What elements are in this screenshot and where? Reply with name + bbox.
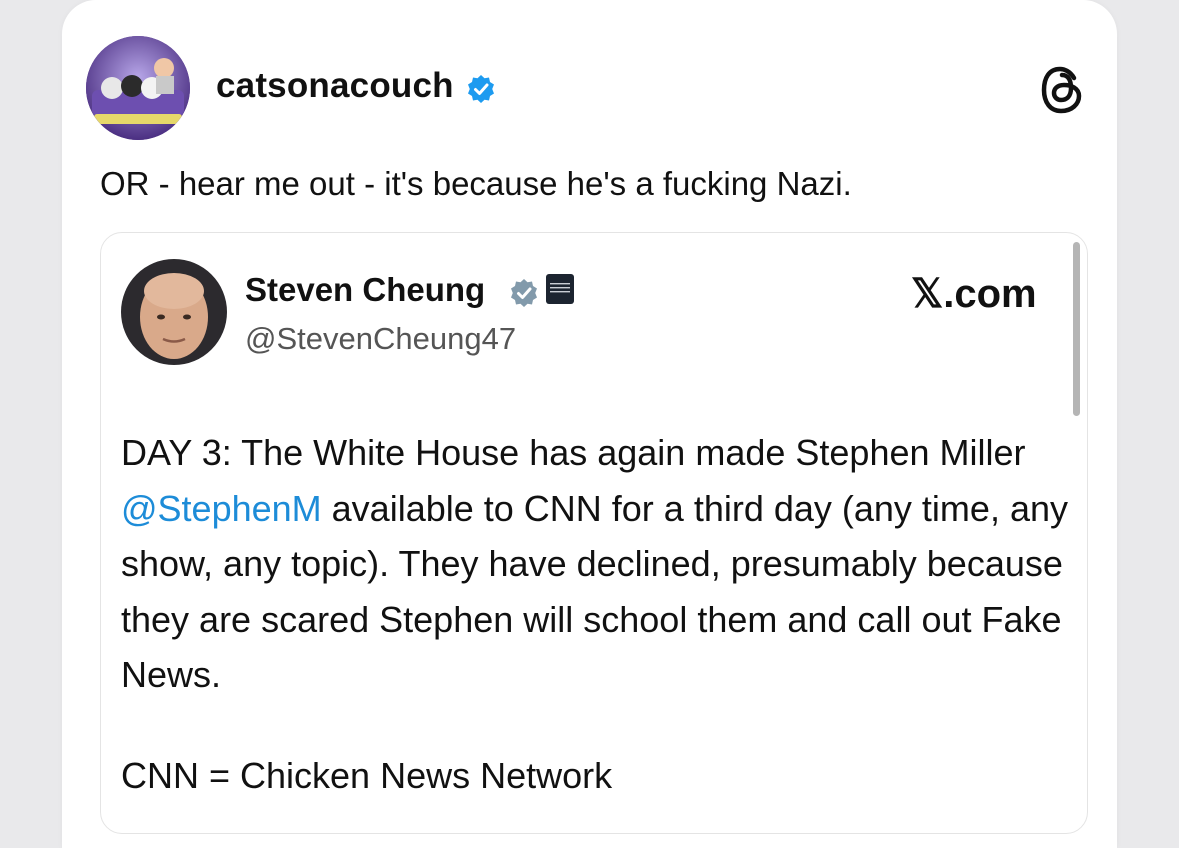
verified-badge-icon	[511, 279, 537, 307]
embed-scrollbar[interactable]	[1073, 242, 1080, 416]
quoted-author-avatar[interactable]	[121, 259, 227, 365]
quoted-post-body: DAY 3: The White House has again made St…	[121, 425, 1071, 703]
post-text: OR - hear me out - it's because he's a f…	[100, 165, 852, 202]
quoted-x-post[interactable]: Steven Cheung @StevenCheung47 𝕏.com DAY …	[100, 232, 1088, 834]
author-avatar[interactable]	[86, 36, 190, 140]
x-com-source-label[interactable]: 𝕏.com	[911, 271, 1037, 317]
quoted-post-footer-line: CNN = Chicken News Network	[121, 755, 613, 796]
mention-link[interactable]: @StephenM	[121, 488, 322, 529]
author-username[interactable]: catsonacouch	[216, 66, 454, 106]
threads-icon[interactable]	[1040, 66, 1084, 114]
threads-post-card: catsonacouch OR - hear me out - it's bec…	[62, 0, 1117, 848]
quoted-author-name[interactable]: Steven Cheung	[245, 271, 485, 309]
quoted-author-handle[interactable]: @StevenCheung47	[245, 321, 516, 357]
verified-badge-icon	[468, 75, 494, 103]
white-house-affiliation-icon	[546, 274, 574, 304]
quoted-body-text: DAY 3: The White House has again made St…	[121, 432, 1026, 473]
